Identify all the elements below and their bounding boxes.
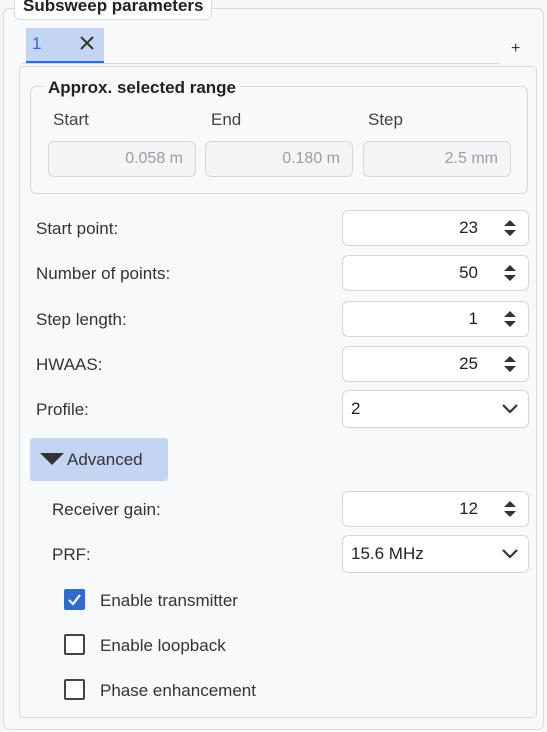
- num-points-label: Number of points:: [36, 264, 171, 283]
- num-points-value: 50: [459, 263, 478, 282]
- range-group: [30, 86, 528, 194]
- step-length-value: 1: [468, 309, 478, 328]
- step-length-label: Step length:: [36, 310, 127, 329]
- checkmark-icon: [68, 594, 81, 606]
- chevron-down-icon: [500, 547, 520, 561]
- range-end-field: 0.180 m: [205, 141, 353, 177]
- step-length-spinbox[interactable]: 1: [342, 301, 529, 337]
- tab-1[interactable]: 1: [26, 28, 104, 63]
- range-step-field: 2.5 mm: [363, 141, 511, 177]
- tab-bar: 1: [22, 28, 499, 64]
- phase-enhancement-label[interactable]: Phase enhancement: [100, 681, 256, 701]
- start-point-label: Start point:: [36, 219, 119, 238]
- range-title: Approx. selected range: [44, 78, 241, 98]
- spin-arrows-icon[interactable]: [502, 263, 518, 283]
- spin-arrows-icon[interactable]: [502, 218, 518, 238]
- enable-loopback-label[interactable]: Enable loopback: [100, 636, 226, 656]
- prf-combobox[interactable]: 15.6 MHz: [342, 535, 529, 573]
- subsweep-root: Subsweep parameters 1 + Approx. selected…: [0, 0, 547, 732]
- triangle-down-icon: [39, 452, 65, 466]
- enable-transmitter-checkbox[interactable]: [64, 589, 85, 610]
- chevron-down-icon: [500, 402, 520, 416]
- hwaas-value: 25: [459, 354, 478, 373]
- advanced-label: Advanced: [67, 450, 143, 469]
- range-start-label: Start: [53, 110, 89, 129]
- spin-arrows-icon[interactable]: [502, 354, 518, 374]
- advanced-toggle-button[interactable]: Advanced: [30, 438, 168, 481]
- group-title: Subsweep parameters: [14, 0, 213, 20]
- close-icon[interactable]: [78, 34, 96, 52]
- receiver-gain-spinbox[interactable]: 12: [342, 491, 529, 527]
- profile-label: Profile:: [36, 400, 89, 419]
- prf-value: 15.6 MHz: [351, 544, 424, 563]
- receiver-gain-label: Receiver gain:: [52, 500, 161, 519]
- start-point-spinbox[interactable]: 23: [342, 210, 529, 246]
- range-end-label: End: [211, 110, 242, 129]
- add-tab-button[interactable]: +: [511, 40, 520, 58]
- prf-label: PRF:: [52, 545, 91, 564]
- hwaas-spinbox[interactable]: 25: [342, 346, 529, 382]
- receiver-gain-value: 12: [459, 499, 478, 518]
- start-point-value: 23: [459, 218, 478, 237]
- spin-arrows-icon[interactable]: [502, 309, 518, 329]
- spin-arrows-icon[interactable]: [502, 499, 518, 519]
- enable-loopback-checkbox[interactable]: [64, 634, 85, 655]
- profile-combobox[interactable]: 2: [342, 390, 529, 428]
- range-step-label: Step: [368, 110, 403, 129]
- enable-transmitter-label[interactable]: Enable transmitter: [100, 591, 238, 611]
- hwaas-label: HWAAS:: [36, 355, 103, 374]
- num-points-spinbox[interactable]: 50: [342, 255, 529, 291]
- range-start-field: 0.058 m: [48, 141, 196, 177]
- tab-label: 1: [32, 34, 42, 53]
- phase-enhancement-checkbox[interactable]: [64, 679, 85, 700]
- profile-value: 2: [351, 399, 361, 418]
